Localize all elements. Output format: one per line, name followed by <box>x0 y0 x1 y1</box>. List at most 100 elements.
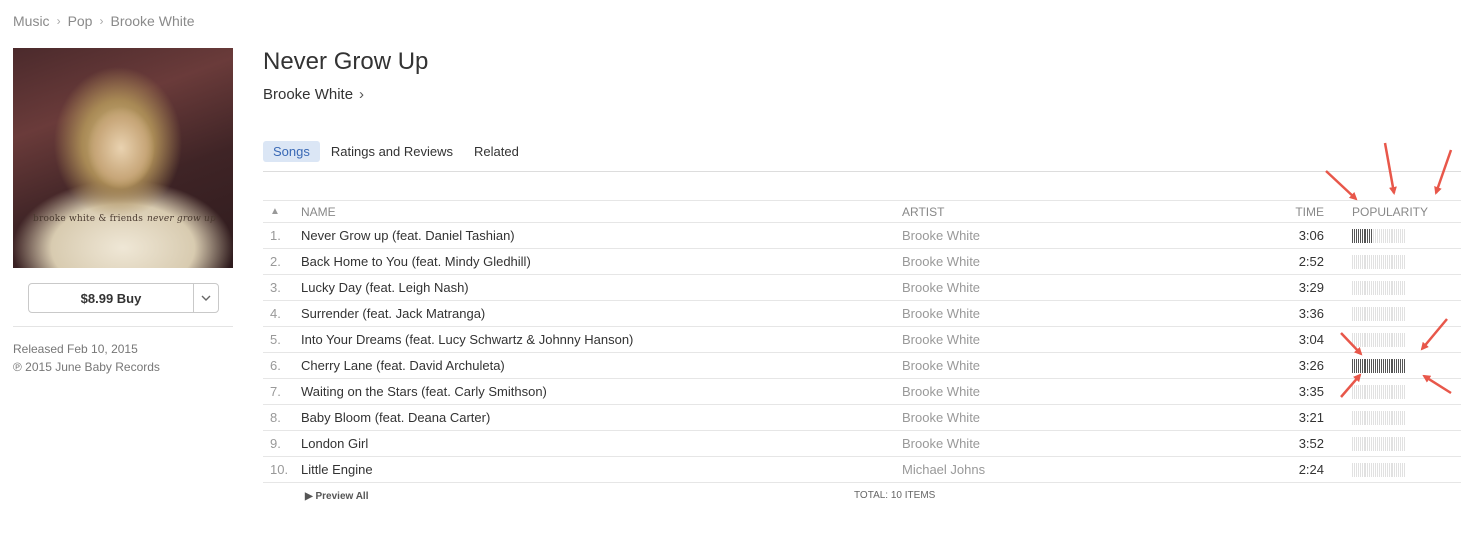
table-row[interactable]: 7. Waiting on the Stars (feat. Carly Smit… <box>263 379 1461 405</box>
release-info: Released Feb 10, 2015 ℗ 2015 June Baby R… <box>13 340 160 376</box>
track-time: 2:52 <box>1298 254 1324 269</box>
track-name: Little Engine <box>301 462 373 477</box>
table-row[interactable]: 6. Cherry Lane (feat. David Archuleta) Bro… <box>263 353 1461 379</box>
track-number: 7. <box>270 384 281 399</box>
popularity-cell <box>1352 384 1461 399</box>
sort-ascending-icon[interactable]: ▲ <box>263 206 301 217</box>
track-time: 3:35 <box>1298 384 1324 399</box>
track-number: 3. <box>270 280 281 295</box>
popularity-bar <box>1352 436 1406 451</box>
play-icon: ▶ <box>305 491 313 502</box>
popularity-cell <box>1352 462 1461 477</box>
annotation-arrow <box>1325 170 1358 201</box>
popularity-bar <box>1352 384 1406 399</box>
track-artist: Brooke White <box>902 384 981 399</box>
preview-all-button[interactable]: ▶ Preview All <box>305 491 368 502</box>
page-title: Never Grow Up <box>263 48 429 75</box>
track-number: 9. <box>270 436 281 451</box>
track-number: 2. <box>270 254 281 269</box>
breadcrumb: Music › Pop › Brooke White <box>13 13 195 29</box>
track-name: London Girl <box>301 436 369 451</box>
buy-options-dropdown[interactable] <box>194 284 218 312</box>
column-header-name[interactable]: NAME <box>301 205 902 219</box>
popularity-cell <box>1352 410 1461 425</box>
artist-link-label: Brooke White <box>263 86 354 103</box>
track-name: Surrender (feat. Jack Matranga) <box>301 306 486 321</box>
track-time: 3:52 <box>1298 436 1324 451</box>
track-artist: Brooke White <box>902 332 981 347</box>
track-time: 3:21 <box>1298 410 1324 425</box>
tab-bar: Songs Ratings and Reviews Related <box>263 141 530 162</box>
popularity-bar <box>1352 358 1406 373</box>
popularity-bar <box>1352 306 1406 321</box>
track-artist: Brooke White <box>902 410 981 425</box>
tab-ratings-and-reviews[interactable]: Ratings and Reviews <box>321 141 463 162</box>
track-artist: Brooke White <box>902 358 981 373</box>
artwork-caption: brooke white & friends never grow up <box>33 214 216 224</box>
annotation-arrow <box>1383 142 1397 195</box>
popularity-cell <box>1352 358 1461 373</box>
track-artist: Brooke White <box>902 436 981 451</box>
popularity-cell <box>1352 332 1461 347</box>
songs-table: ▲ NAME ARTIST TIME POPULARITY 1. Never Gr… <box>263 200 1461 483</box>
track-time: 3:06 <box>1298 228 1324 243</box>
table-row[interactable]: 2. Back Home to You (feat. Mindy Gledhill… <box>263 249 1461 275</box>
track-artist: Brooke White <box>902 254 981 269</box>
table-row[interactable]: 9. London Girl Brooke White 3:52 <box>263 431 1461 457</box>
track-number: 8. <box>270 410 281 425</box>
track-number: 6. <box>270 358 281 373</box>
breadcrumb-pop[interactable]: Pop <box>68 13 93 29</box>
breadcrumb-artist[interactable]: Brooke White <box>110 13 194 29</box>
track-time: 3:36 <box>1298 306 1324 321</box>
column-header-popularity[interactable]: POPULARITY <box>1352 205 1461 219</box>
track-name: Cherry Lane (feat. David Archuleta) <box>301 358 505 373</box>
popularity-bar <box>1352 410 1406 425</box>
track-name: Back Home to You (feat. Mindy Gledhill) <box>301 254 531 269</box>
track-name: Lucky Day (feat. Leigh Nash) <box>301 280 469 295</box>
tab-songs[interactable]: Songs <box>263 141 320 162</box>
popularity-cell <box>1352 254 1461 269</box>
table-row[interactable]: 5. Into Your Dreams (feat. Lucy Schwartz … <box>263 327 1461 353</box>
track-name: Never Grow up (feat. Daniel Tashian) <box>301 228 515 243</box>
release-date: Released Feb 10, 2015 <box>13 342 138 356</box>
artist-link[interactable]: Brooke White › <box>263 86 364 103</box>
popularity-bar <box>1352 332 1406 347</box>
track-name: Baby Bloom (feat. Deana Carter) <box>301 410 491 425</box>
track-name: Waiting on the Stars (feat. Carly Smiths… <box>301 384 547 399</box>
popularity-bar <box>1352 254 1406 269</box>
popularity-bar <box>1352 280 1406 295</box>
table-row[interactable]: 1. Never Grow up (feat. Daniel Tashian) Br… <box>263 223 1461 249</box>
table-row[interactable]: 3. Lucky Day (feat. Leigh Nash) Brooke Whi… <box>263 275 1461 301</box>
popularity-cell <box>1352 280 1461 295</box>
track-time: 3:26 <box>1298 358 1324 373</box>
preview-all-label: Preview All <box>315 491 369 502</box>
buy-button[interactable]: $8.99 Buy <box>29 284 194 312</box>
track-number: 5. <box>270 332 281 347</box>
track-number: 1. <box>270 228 281 243</box>
table-footer: ▶ Preview All TOTAL: 10 ITEMS <box>263 489 1461 505</box>
table-header: ▲ NAME ARTIST TIME POPULARITY <box>263 200 1461 223</box>
breadcrumb-music[interactable]: Music <box>13 13 50 29</box>
artwork-caption-main: brooke white & friends <box>33 214 144 224</box>
popularity-bar <box>1352 228 1406 243</box>
popularity-cell <box>1352 306 1461 321</box>
track-name: Into Your Dreams (feat. Lucy Schwartz & … <box>301 332 634 347</box>
table-row[interactable]: 10. Little Engine Michael Johns 2:24 <box>263 457 1461 483</box>
column-header-time[interactable]: TIME <box>1252 205 1352 219</box>
track-artist: Michael Johns <box>902 462 986 477</box>
popularity-cell <box>1352 228 1461 243</box>
track-time: 2:24 <box>1298 462 1324 477</box>
track-number: 4. <box>270 306 281 321</box>
track-artist: Brooke White <box>902 228 981 243</box>
track-artist: Brooke White <box>902 280 981 295</box>
chevron-down-icon <box>201 295 211 301</box>
track-artist: Brooke White <box>902 306 981 321</box>
column-header-artist[interactable]: ARTIST <box>902 205 1252 219</box>
tab-related[interactable]: Related <box>464 141 529 162</box>
chevron-right-icon: › <box>99 14 104 28</box>
track-time: 3:29 <box>1298 280 1324 295</box>
table-row[interactable]: 4. Surrender (feat. Jack Matranga) Brooke … <box>263 301 1461 327</box>
popularity-bar <box>1352 462 1406 477</box>
table-row[interactable]: 8. Baby Bloom (feat. Deana Carter) Brooke … <box>263 405 1461 431</box>
copyright: ℗ 2015 June Baby Records <box>13 360 160 374</box>
